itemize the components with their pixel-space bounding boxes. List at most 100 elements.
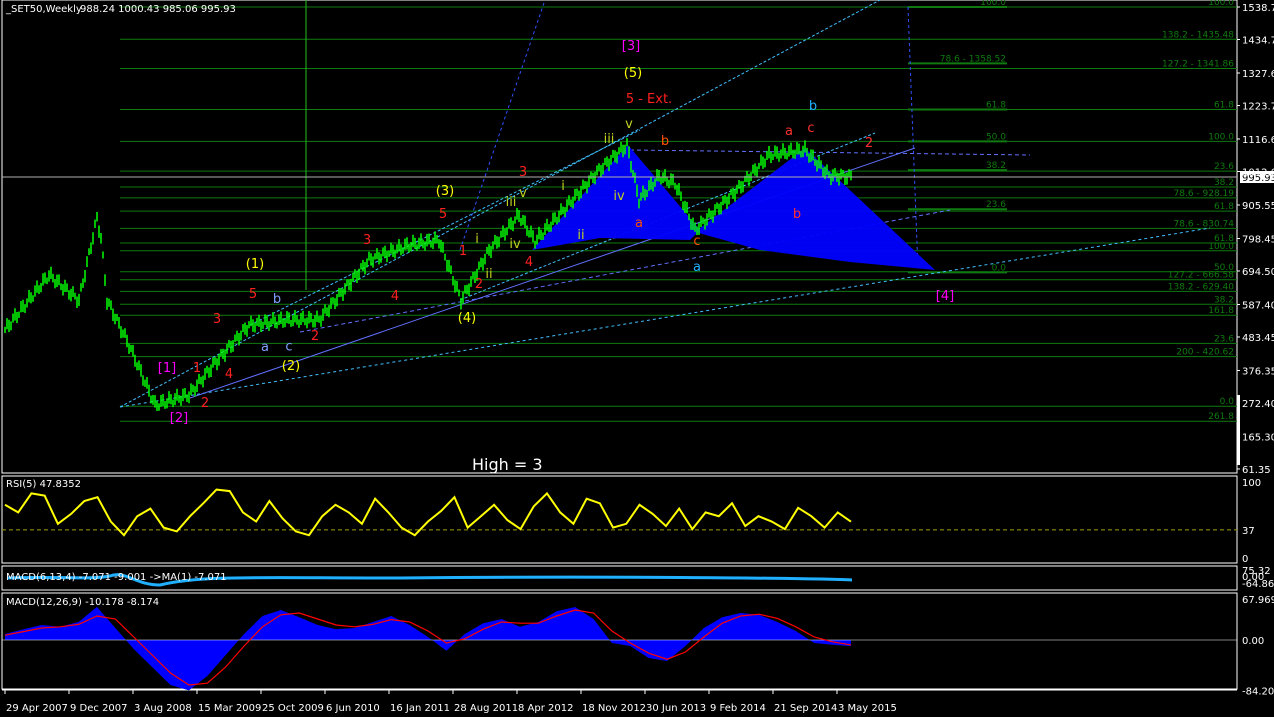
wave-label: 2	[201, 396, 209, 411]
price-tick: 1327.65	[1242, 69, 1274, 80]
wave-label: a	[261, 340, 269, 355]
wave-label: iii	[604, 132, 615, 147]
wave-label: 2	[475, 277, 483, 292]
rsi-line	[4, 488, 852, 537]
rsi-indicator: 100 37 0	[2, 478, 1261, 565]
price-tick: 1538.70	[1242, 3, 1274, 14]
wave-label: [3]	[622, 39, 640, 54]
wave-label: [4]	[936, 289, 954, 304]
dotted-projection	[459, 0, 546, 251]
wave-label: 4	[391, 289, 399, 304]
wave-label: ii	[485, 267, 492, 282]
rsi-title: RSI(5) 47.8352	[6, 479, 81, 490]
wave-label: 2	[311, 329, 319, 344]
date-tick: 3 Aug 2008	[134, 703, 192, 714]
fib-label: 78.6 - 830.74	[1174, 219, 1235, 229]
fib-label: 138.2 - 629.40	[1168, 282, 1234, 292]
fib-label: 127.2 - 666.58	[1168, 271, 1234, 281]
wave-label: 4	[525, 255, 533, 270]
high-annotation: High = 3	[472, 455, 543, 474]
wave-label: iv	[509, 237, 521, 252]
date-tick: 9 Feb 2014	[710, 703, 766, 714]
price-axis[interactable]: 1538.70 1434.75 1327.65 1223.70 1116.60 1012.…	[1237, 3, 1274, 476]
date-tick: 25 Oct 2009	[262, 703, 324, 714]
fib-label: 61.8	[1214, 202, 1234, 212]
date-tick: 21 Sep 2014	[774, 703, 837, 714]
vertical-projection	[907, 6, 919, 271]
wave-label: b	[273, 292, 281, 307]
wave-label: a	[693, 260, 701, 275]
price-tick: 905.55	[1242, 201, 1274, 212]
price-scale-scrollbar[interactable]	[1237, 395, 1240, 465]
wave-label: i	[561, 179, 565, 194]
date-tick: 9 Dec 2007	[70, 703, 128, 714]
date-tick: 29 Apr 2007	[6, 703, 68, 714]
price-tick: 61.35	[1242, 465, 1271, 476]
wave-label: v	[519, 186, 527, 201]
trading-chart[interactable]: 100.0138.2 - 1435.48127.2 - 1341.8661.81…	[0, 0, 1274, 717]
wave-label: b	[793, 207, 801, 222]
fib-label: 23.6	[1214, 334, 1234, 344]
wave-label: 1	[193, 361, 201, 376]
fib-label: 100.0	[1208, 0, 1234, 8]
fib-mid-label: 61.8	[986, 100, 1006, 110]
price-tick: 1434.75	[1242, 36, 1274, 47]
fib-mid-label: 23.6	[986, 200, 1006, 210]
price-bars	[4, 138, 852, 412]
wave-label: 5 - Ext.	[626, 92, 672, 107]
fib-label: 261.8	[1208, 412, 1234, 422]
price-tick: 483.45	[1242, 333, 1274, 344]
fib-label: 200 - 420.62	[1176, 348, 1234, 358]
fib-label: 127.2 - 1341.86	[1162, 60, 1234, 70]
macd-tick: -84.205	[1242, 687, 1274, 698]
wave-label: b	[809, 99, 817, 114]
fib-mid-label: 78.6 - 1358.52	[940, 54, 1006, 64]
wave-label: (2)	[282, 359, 300, 374]
date-tick: 30 Jun 2013	[646, 703, 706, 714]
wave-label: iv	[613, 189, 625, 204]
fib-mid-label: 100.0	[980, 0, 1006, 8]
rsi-tick: 0	[1242, 554, 1248, 565]
wave-label: 1	[459, 244, 467, 259]
wave-label: v	[625, 117, 633, 132]
date-tick: 15 Mar 2009	[198, 703, 261, 714]
harmonic-pattern-2	[695, 148, 935, 270]
price-tick: 1223.70	[1242, 102, 1274, 113]
price-tick: 165.30	[1242, 432, 1274, 443]
fib-label: 161.8	[1208, 306, 1234, 316]
fib-label: 100.0	[1208, 132, 1234, 142]
fib-label: 38.2	[1214, 295, 1234, 305]
wave-label: c	[693, 234, 700, 249]
wave-label: i	[475, 232, 479, 247]
chart-header-symbol: _SET50,Weekly	[5, 4, 82, 15]
macd-title: MACD(12,26,9) -10.178 -8.174	[6, 597, 159, 608]
wave-label: c	[285, 339, 292, 354]
wave-label: 5	[249, 287, 257, 302]
date-tick: 8 Apr 2012	[518, 703, 573, 714]
fib-label: 100.0	[1208, 242, 1234, 252]
price-tick: 694.50	[1242, 267, 1274, 278]
wave-label: a	[785, 124, 793, 139]
wave-label: iii	[506, 195, 517, 210]
wave-label: 3	[519, 165, 527, 180]
time-axis[interactable]: 29 Apr 2007 9 Dec 2007 3 Aug 2008 15 Mar 20…	[2, 689, 1237, 714]
wave-label: [2]	[170, 411, 188, 426]
wave-label: 4	[225, 367, 233, 382]
fib-label: 138.2 - 1435.48	[1162, 30, 1234, 40]
price-tick: 587.40	[1242, 300, 1274, 311]
wave-label: c	[807, 121, 814, 136]
horizontal-dashed	[629, 149, 1031, 156]
wave-label: (4)	[458, 311, 476, 326]
rsi-tick: 100	[1242, 478, 1261, 489]
fib-mid-label: 38.2	[986, 161, 1006, 171]
wave-label: 5	[439, 207, 447, 222]
date-tick: 18 Nov 2012	[582, 703, 646, 714]
wave-label: a	[635, 216, 643, 231]
wave-label: b	[661, 134, 669, 149]
fib-mid-label: 0.0	[992, 263, 1007, 273]
date-tick: 6 Jun 2010	[326, 703, 380, 714]
fib-mid-label: 50.0	[986, 132, 1006, 142]
macd-tick: 0.00	[1242, 636, 1264, 647]
fib-label: 78.6 - 928.19	[1174, 189, 1235, 199]
price-tick: 272.40	[1242, 399, 1274, 410]
